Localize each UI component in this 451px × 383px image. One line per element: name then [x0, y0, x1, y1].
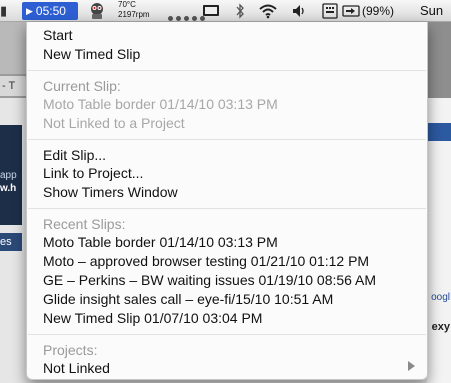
play-icon: ▶	[26, 6, 33, 16]
timer-dropdown-menu: Start New Timed Slip Current Slip: Moto …	[26, 22, 428, 380]
menu-separator	[28, 208, 426, 209]
current-slip-name: Moto Table border 01/14/10 03:13 PM	[43, 96, 278, 112]
recent-slip-item[interactable]: New Timed Slip 01/07/10 03:04 PM	[43, 309, 262, 327]
menu-item-edit-slip[interactable]: Edit Slip...	[43, 146, 106, 164]
recent-slip-item[interactable]: Moto Table border 01/14/10 03:13 PM	[43, 233, 278, 251]
menu-clock[interactable]: Sun	[420, 3, 443, 19]
menu-item-new-timed-slip[interactable]: New Timed Slip	[43, 45, 140, 63]
menu-item-show-timers[interactable]: Show Timers Window	[43, 183, 178, 201]
section-header-recent-slips: Recent Slips:	[43, 216, 126, 232]
browser-tab[interactable]: - T	[0, 76, 28, 96]
page-link-text[interactable]: oogl	[431, 292, 450, 303]
battery-percent[interactable]: (99%)	[362, 3, 394, 19]
menu-bar: ▮ ▶ 05:50 70°C 2197rpm (99%) Sun	[0, 0, 451, 22]
recent-slip-item[interactable]: Moto – approved browser testing 01/21/10…	[43, 252, 369, 270]
menu-item-start[interactable]: Start	[43, 26, 73, 44]
bluetooth-icon[interactable]	[234, 3, 246, 19]
display-icon[interactable]	[202, 3, 220, 19]
page-nav-bar: es	[0, 233, 22, 251]
page-heading-text: exy	[431, 321, 450, 333]
apple-menu-stub[interactable]: ▮	[0, 3, 16, 19]
menu-separator	[28, 139, 426, 140]
volume-icon[interactable]	[291, 3, 307, 19]
submenu-arrow-icon	[408, 361, 415, 371]
keyboard-icon[interactable]	[322, 3, 338, 19]
recent-slip-item[interactable]: GE – Perkins – BW waiting issues 01/19/1…	[43, 271, 376, 289]
section-header-current-slip: Current Slip:	[43, 78, 121, 94]
recent-slip-item[interactable]: Glide insight sales call – eye-fi/15/10 …	[43, 290, 333, 308]
section-header-projects: Projects:	[43, 342, 98, 358]
current-slip-project: Not Linked to a Project	[43, 115, 185, 131]
temperature-readout[interactable]: 70°C 2197rpm	[118, 0, 150, 20]
power-icon[interactable]	[342, 3, 360, 19]
timer-label: 05:50	[35, 4, 66, 18]
menu-item-link-project[interactable]: Link to Project...	[43, 164, 143, 182]
page-right-banner	[427, 123, 451, 141]
menu-item-not-linked[interactable]: Not Linked	[43, 359, 110, 377]
page-banner-text: app w.h	[0, 170, 17, 194]
wifi-icon[interactable]	[258, 3, 278, 19]
timer-menu-extra[interactable]: ▶ 05:50	[22, 2, 78, 20]
menu-separator	[28, 334, 426, 335]
robot-icon[interactable]	[88, 2, 106, 20]
menu-separator	[28, 70, 426, 71]
